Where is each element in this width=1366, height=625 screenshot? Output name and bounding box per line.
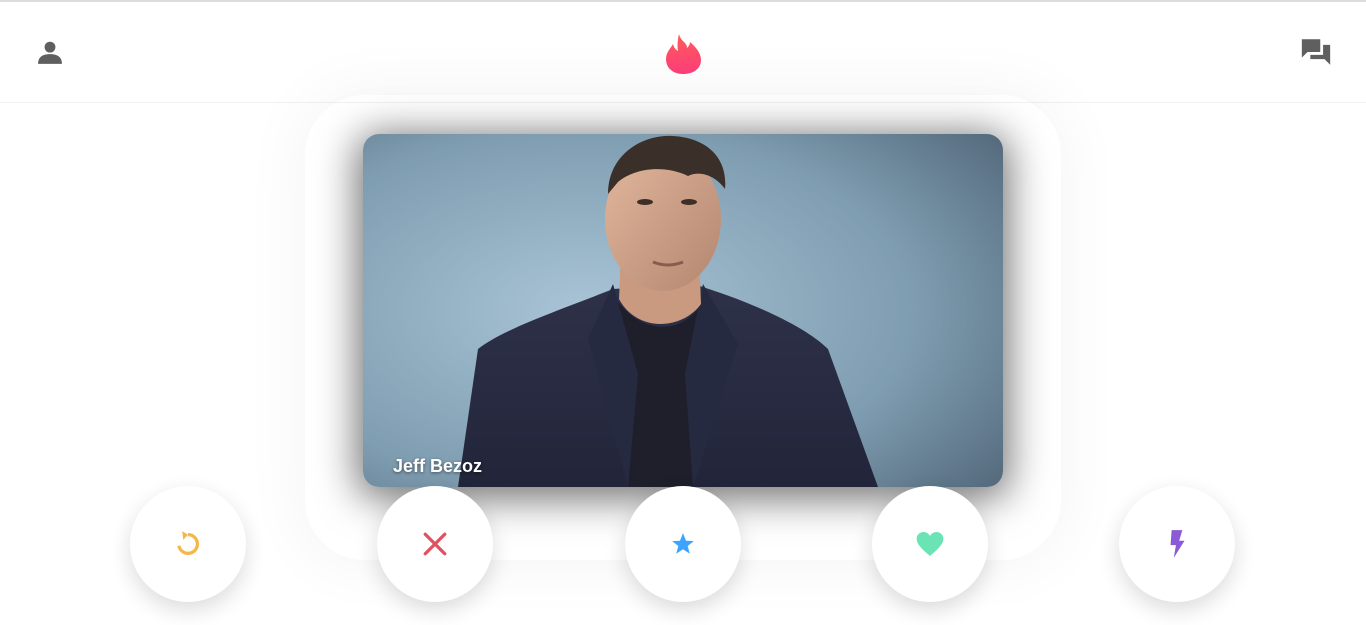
flame-logo-icon[interactable] — [663, 30, 703, 76]
messages-button[interactable] — [1296, 32, 1336, 72]
rewind-button[interactable] — [130, 486, 246, 602]
profile-card[interactable]: Jeff Bezoz — [363, 134, 1003, 487]
boost-button[interactable] — [1119, 486, 1235, 602]
nope-button[interactable] — [377, 486, 493, 602]
app-header — [0, 2, 1366, 103]
profile-button[interactable] — [30, 32, 70, 72]
like-button[interactable] — [872, 486, 988, 602]
profile-name: Jeff Bezoz — [393, 456, 483, 476]
chat-bubbles-icon — [1301, 39, 1331, 65]
close-icon — [423, 532, 447, 556]
super-like-button[interactable] — [625, 486, 741, 602]
star-icon — [672, 533, 694, 554]
person-icon — [38, 41, 62, 64]
profile-photo — [363, 134, 1003, 487]
rewind-icon — [177, 531, 200, 555]
lightning-icon — [1170, 530, 1185, 558]
heart-icon — [916, 532, 944, 556]
